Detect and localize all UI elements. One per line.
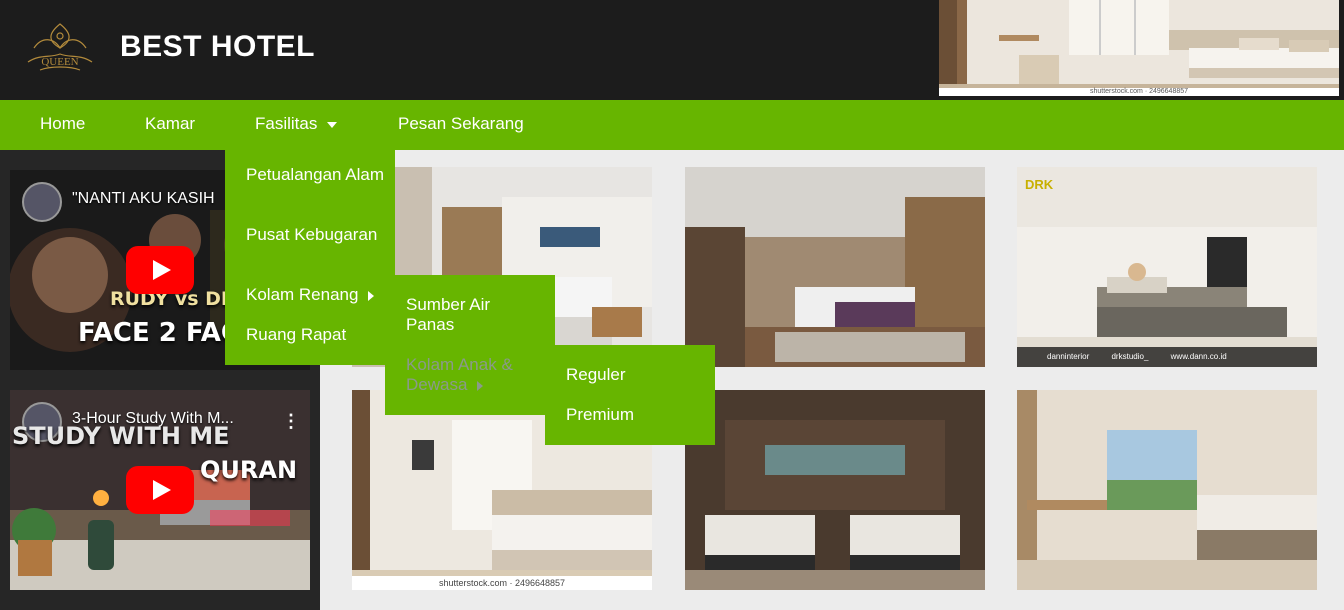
brand-title: BEST HOTEL [120,30,316,63]
menu-item-petualangan-alam[interactable]: Petualangan Alam [246,165,386,185]
dropdown-fasilitas: Petualangan Alam Pusat Kebugaran Kolam R… [225,150,395,365]
nav-pesan-sekarang[interactable]: Pesan Sekarang [398,100,524,150]
menu-item-pusat-kebugaran[interactable]: Pusat Kebugaran [246,225,386,245]
site-header: QUEEN BEST HOTEL shutterstock.com · 2496… [0,0,1344,100]
drk-logo: DRK [1025,177,1054,192]
menu-item-ruang-rapat[interactable]: Ruang Rapat [246,325,386,345]
youtube-video-2[interactable]: 3-Hour Study With M... ⋮ STUDY WITH ME Q… [10,390,310,590]
shutterstock-watermark: shutterstock.com · 2496648857 [352,576,652,590]
menu-item-kolam-renang[interactable]: Kolam Renang [246,285,391,305]
website-url: www.dann.co.id [1170,352,1227,361]
dropdown-kolam-anak: Reguler Premium [545,345,715,445]
room-image-5[interactable] [685,390,985,590]
hero-watermark: shutterstock.com · 2496648857 [939,88,1339,96]
video-overlay-top: STUDY WITH ME [12,422,230,450]
room-image-6[interactable] [1017,390,1317,590]
nav-fasilitas-label: Fasilitas [255,114,318,133]
dropdown-kolam-renang: Sumber Air Panas Kolam Anak & Dewasa [385,275,555,415]
nav-home-label: Home [40,114,86,133]
nav-kamar[interactable]: Kamar [145,100,195,150]
nav-pesan-label: Pesan Sekarang [398,114,524,133]
menu-item-kolam-renang-label: Kolam Renang [246,285,359,304]
main-nav: Home Kamar Fasilitas Pesan Sekarang [0,100,1344,150]
menu-item-kolam-anak-label: Kolam Anak & Dewasa [406,355,513,394]
hero-room-image: shutterstock.com · 2496648857 [939,0,1339,96]
channel-avatar[interactable] [22,182,62,222]
youtube-play-icon[interactable] [126,246,194,294]
video-title[interactable]: "NANTI AKU KASIH [72,190,215,208]
caret-down-icon [327,121,338,128]
chevron-right-icon [368,290,375,301]
menu-item-premium[interactable]: Premium [566,405,706,425]
nav-kamar-label: Kamar [145,114,196,133]
more-options-icon[interactable]: ⋮ [282,412,300,430]
chevron-right-icon [477,380,484,391]
drk-footer: danninterior drkstudio_ www.dann.co.id [1017,347,1317,367]
room-image-3[interactable]: DRK danninterior drkstudio_ www.dann.co.… [1017,167,1317,367]
room-image-2[interactable] [685,167,985,367]
tiktok-handle: drkstudio_ [1111,352,1149,361]
nav-fasilitas[interactable]: Fasilitas [255,100,338,150]
youtube-play-icon[interactable] [126,466,194,514]
svg-text:QUEEN: QUEEN [41,56,78,68]
menu-item-reguler[interactable]: Reguler [566,365,706,385]
video-overlay-bottom: QURAN [200,456,298,484]
queen-logo[interactable]: QUEEN [20,18,100,78]
menu-item-sumber-air-panas[interactable]: Sumber Air Panas [406,295,526,335]
instagram-handle: danninterior [1047,352,1090,361]
menu-item-kolam-anak-dewasa[interactable]: Kolam Anak & Dewasa [406,355,546,395]
video-overlay-bottom: FACE 2 FAC [78,318,240,348]
nav-home[interactable]: Home [40,100,85,150]
